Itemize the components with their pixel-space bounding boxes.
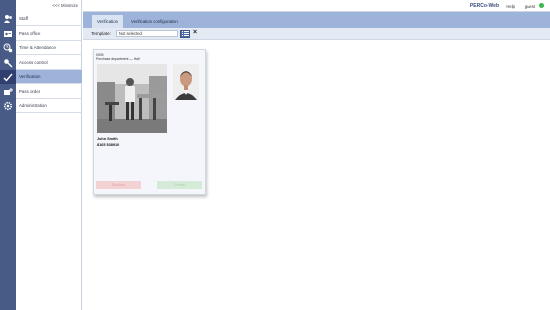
pass-order-icon[interactable] (0, 85, 16, 99)
icon-rail (0, 0, 16, 310)
sidebar-item-pass-order[interactable]: Pass order (16, 85, 82, 99)
employee-card-number: 8165 538910 (97, 143, 120, 147)
template-field[interactable]: Not selected (116, 30, 178, 37)
verification-icon[interactable] (0, 70, 16, 84)
app-brand: PERCo-Web (469, 3, 499, 9)
tab-verification-configuration[interactable]: Verification configuration (126, 15, 183, 28)
sidebar-item-label: Staff (19, 16, 28, 21)
sidebar-item-label: Pass office (19, 31, 41, 36)
sidebar-item-verification[interactable]: Verification (16, 70, 82, 84)
sidebar-item-administration[interactable]: Administration (16, 99, 82, 113)
user-name[interactable]: guest (525, 4, 535, 9)
employee-photo (173, 64, 199, 100)
sidebar-item-access-control[interactable]: Access control (16, 56, 82, 70)
sidebar-item-label: Pass order (19, 89, 41, 94)
key-icon[interactable] (0, 56, 16, 70)
sidebar-item-staff[interactable]: Staff (16, 12, 82, 26)
permit-button[interactable]: Permit (157, 181, 202, 189)
disallow-button[interactable]: Disallow (96, 181, 141, 189)
tab-label: Verification configuration (131, 19, 178, 24)
tab-bar: Verification Verification configuration (83, 12, 550, 28)
staff-icon[interactable] (0, 12, 16, 26)
template-toolbar: Template: Not selected × (83, 28, 550, 40)
employee-name: John Smith (97, 137, 118, 141)
connection-status-icon (539, 3, 544, 8)
gear-icon[interactable] (0, 99, 16, 113)
tab-label: Verification (97, 19, 119, 24)
sidebar-item-label: Administration (19, 103, 47, 108)
camera-snapshot (97, 64, 167, 133)
verification-card: 0005 Purchase department — Hall John Smi… (93, 49, 206, 195)
sidebar-item-pass-office[interactable]: Pass office (16, 27, 82, 41)
clock-person-icon[interactable] (0, 41, 16, 55)
sidebar: <<< Minimize Staff Pass office Time & At… (16, 0, 82, 310)
minimize-button[interactable]: <<< Minimize (52, 3, 78, 8)
id-card-icon[interactable] (0, 27, 16, 41)
card-department: Purchase department — Hall (96, 57, 140, 61)
sidebar-item-label: Verification (19, 74, 41, 79)
template-list-button[interactable] (180, 29, 190, 38)
clear-template-button[interactable]: × (193, 29, 197, 37)
sidebar-item-label: Time & Attendance (19, 45, 56, 50)
template-label: Template: (91, 31, 111, 36)
help-link[interactable]: Help (506, 4, 515, 9)
tab-verification[interactable]: Verification (92, 15, 124, 28)
list-icon (181, 31, 189, 36)
sidebar-item-label: Access control (19, 60, 48, 65)
top-bar: PERCo-Web Help guest (83, 0, 550, 12)
sidebar-item-time-attendance[interactable]: Time & Attendance (16, 41, 82, 55)
